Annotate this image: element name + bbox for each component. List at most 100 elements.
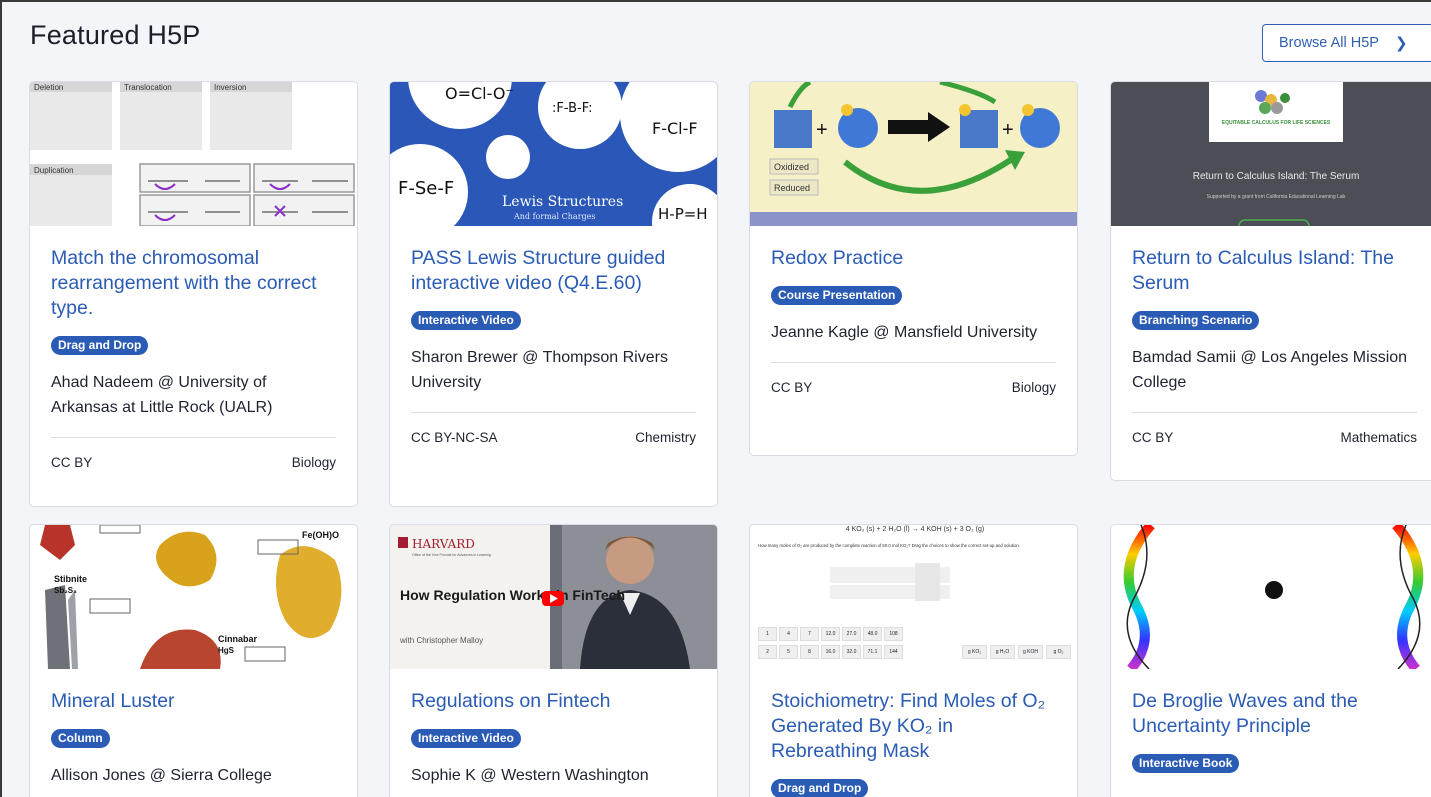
answer-tile[interactable]: 32.0 xyxy=(842,645,861,659)
svg-text:+: + xyxy=(816,119,828,141)
thumb-formula: F-Se-F xyxy=(398,178,454,199)
thumb-label: Sb₂S₃ xyxy=(54,586,77,595)
answer-tile[interactable]: 2 xyxy=(758,645,777,659)
card-thumbnail[interactable]: EQUITABLE CALCULUS FOR LIFE SCIENCES Ret… xyxy=(1111,82,1431,226)
answer-tile[interactable]: 1 xyxy=(758,627,777,641)
card-title-link[interactable]: Redox Practice xyxy=(771,246,1056,271)
card-license: CC BY xyxy=(51,455,93,470)
thumb-subheading: And formal Charges xyxy=(513,212,595,221)
answer-tile[interactable]: 144 xyxy=(884,645,903,659)
browse-all-label: Browse All H5P xyxy=(1279,35,1379,51)
answer-tile[interactable]: 108 xyxy=(884,627,903,641)
thumb-label: Inversion xyxy=(214,83,246,92)
thumb-label: Reduced xyxy=(774,183,810,193)
answer-tile[interactable]: 12.0 xyxy=(821,627,840,641)
card-author: Sharon Brewer @ Thompson Rivers Universi… xyxy=(411,349,668,391)
card-subject: Chemistry xyxy=(635,430,696,445)
thumb-heading: Return to Calculus Island: The Serum xyxy=(1193,171,1360,182)
thumb-brand: HARVARD xyxy=(412,537,475,551)
thumb-brand-sub: Office of the Vice Provost for Advances … xyxy=(412,553,491,557)
content-card[interactable]: HARVARD Office of the Vice Provost for A… xyxy=(389,524,718,797)
thumb-logo-text: EQUITABLE CALCULUS FOR LIFE SCIENCES xyxy=(1222,120,1331,126)
thumb-heading: How Regulation Works in FinTech xyxy=(400,587,625,603)
browse-all-button[interactable]: Browse All H5P ❯ xyxy=(1262,24,1431,62)
thumb-label: Duplication xyxy=(34,166,74,175)
answer-tile[interactable]: 48.0 xyxy=(863,627,882,641)
card-license: CC BY-NC-SA xyxy=(411,430,498,445)
section-title: Featured H5P xyxy=(30,20,201,50)
unit-tile[interactable]: g H₂O xyxy=(990,645,1015,659)
thumb-note: Supported by a grant from California Edu… xyxy=(1207,194,1346,200)
card-thumbnail[interactable]: + + Oxidized Reduced xyxy=(750,82,1077,226)
answer-tile[interactable]: 71.1 xyxy=(863,645,882,659)
content-type-badge: Interactive Video xyxy=(411,729,521,748)
card-subject: Biology xyxy=(1011,380,1056,395)
answer-tile[interactable]: 16.0 xyxy=(821,645,840,659)
unit-tile[interactable]: g KO₂ xyxy=(962,645,987,659)
card-divider xyxy=(1132,412,1417,413)
card-thumbnail[interactable]: Stibnite Sb₂S₃ Fe(OH)O Cinnabar HgS xyxy=(30,525,357,669)
chevron-right-icon: ❯ xyxy=(1394,35,1408,52)
card-author: Ahad Nadeem @ University of Arkansas at … xyxy=(51,374,273,416)
thumb-formula: F-Cl-F xyxy=(652,119,698,138)
content-type-badge: Drag and Drop xyxy=(51,336,149,355)
content-card[interactable]: EQUITABLE CALCULUS FOR LIFE SCIENCES Ret… xyxy=(1110,81,1431,481)
thumb-label: Translocation xyxy=(124,83,172,92)
card-thumbnail[interactable]: O=Cl-O⁻ :F-B-F: F-Cl-F F-Se-F H-P=H Lewi… xyxy=(390,82,717,226)
card-subject: Biology xyxy=(291,455,336,470)
card-subject: Mathematics xyxy=(1340,430,1417,445)
content-card[interactable]: O=Cl-O⁻ :F-B-F: F-Cl-F F-Se-F H-P=H Lewi… xyxy=(389,81,718,507)
card-title-link[interactable]: De Broglie Waves and the Uncertainty Pri… xyxy=(1132,689,1417,739)
card-divider xyxy=(51,437,336,438)
content-card[interactable]: 4 KO₂ (s) + 2 H₂O (l) → 4 KOH (s) + 3 O₂… xyxy=(749,524,1078,797)
content-type-badge: Interactive Video xyxy=(411,311,521,330)
svg-text:+: + xyxy=(1002,119,1014,141)
card-title-link[interactable]: Match the chromosomal rearrangement with… xyxy=(51,246,336,321)
thumb-formula: O=Cl-O⁻ xyxy=(445,84,514,103)
card-thumbnail[interactable]: 4 KO₂ (s) + 2 H₂O (l) → 4 KOH (s) + 3 O₂… xyxy=(750,525,1077,669)
content-type-badge: Drag and Drop xyxy=(771,779,869,797)
thumb-question: How many moles of O₂ are produced by the… xyxy=(758,543,1020,548)
card-divider xyxy=(771,362,1056,363)
answer-tile[interactable]: 8 xyxy=(800,645,819,659)
content-type-badge: Branching Scenario xyxy=(1132,311,1260,330)
card-title-link[interactable]: PASS Lewis Structure guided interactive … xyxy=(411,246,696,296)
content-card[interactable]: Stibnite Sb₂S₃ Fe(OH)O Cinnabar HgS Mine… xyxy=(29,524,358,797)
thumb-label: Deletion xyxy=(34,83,63,92)
answer-tile[interactable]: 4 xyxy=(779,627,798,641)
content-type-badge: Column xyxy=(51,729,110,748)
card-title-link[interactable]: Return to Calculus Island: The Serum xyxy=(1132,246,1417,296)
content-type-badge: Interactive Book xyxy=(1132,754,1240,773)
featured-h5p-section: Featured H5P Browse All H5P ❯ Deletion T… xyxy=(0,0,1431,797)
content-card[interactable]: Deletion Translocation Inversion Duplica… xyxy=(29,81,358,507)
card-thumbnail[interactable]: HARVARD Office of the Vice Provost for A… xyxy=(390,525,717,669)
unit-tile[interactable]: g O₂ xyxy=(1046,645,1071,659)
unit-tile[interactable]: g KOH xyxy=(1018,645,1043,659)
thumb-label: Fe(OH)O xyxy=(302,530,339,540)
card-author: Jeanne Kagle @ Mansfield University xyxy=(771,324,1038,341)
thumb-formula: H-P=H xyxy=(658,205,708,223)
content-card[interactable]: De Broglie Waves and the Uncertainty Pri… xyxy=(1110,524,1431,797)
card-license: CC BY xyxy=(771,380,813,395)
card-title-link[interactable]: Stoichiometry: Find Moles of O₂ Generate… xyxy=(771,689,1056,764)
card-title-link[interactable]: Regulations on Fintech xyxy=(411,689,696,714)
thumb-label: HgS xyxy=(218,646,235,655)
thumb-label: Oxidized xyxy=(774,162,809,172)
card-thumbnail[interactable] xyxy=(1111,525,1431,669)
thumb-byline: with Christopher Malloy xyxy=(399,636,483,645)
card-author: Allison Jones @ Sierra College xyxy=(51,767,272,784)
thumb-label: Cinnabar xyxy=(218,634,258,644)
card-thumbnail[interactable]: Deletion Translocation Inversion Duplica… xyxy=(30,82,357,226)
thumb-heading: Lewis Structures xyxy=(502,194,623,210)
content-type-badge: Course Presentation xyxy=(771,286,903,305)
content-card[interactable]: + + Oxidized Reduced Redox Practice Cour… xyxy=(749,81,1078,456)
answer-tile[interactable]: 5 xyxy=(779,645,798,659)
card-author: Sophie K @ Western Washington xyxy=(411,767,649,784)
answer-tile[interactable]: 27.0 xyxy=(842,627,861,641)
card-title-link[interactable]: Mineral Luster xyxy=(51,689,336,714)
answer-tile[interactable]: 7 xyxy=(800,627,819,641)
thumb-label: Stibnite xyxy=(54,574,87,584)
card-author: Bamdad Samii @ Los Angeles Mission Colle… xyxy=(1132,349,1408,391)
card-license: CC BY xyxy=(1132,430,1174,445)
card-divider xyxy=(411,412,696,413)
